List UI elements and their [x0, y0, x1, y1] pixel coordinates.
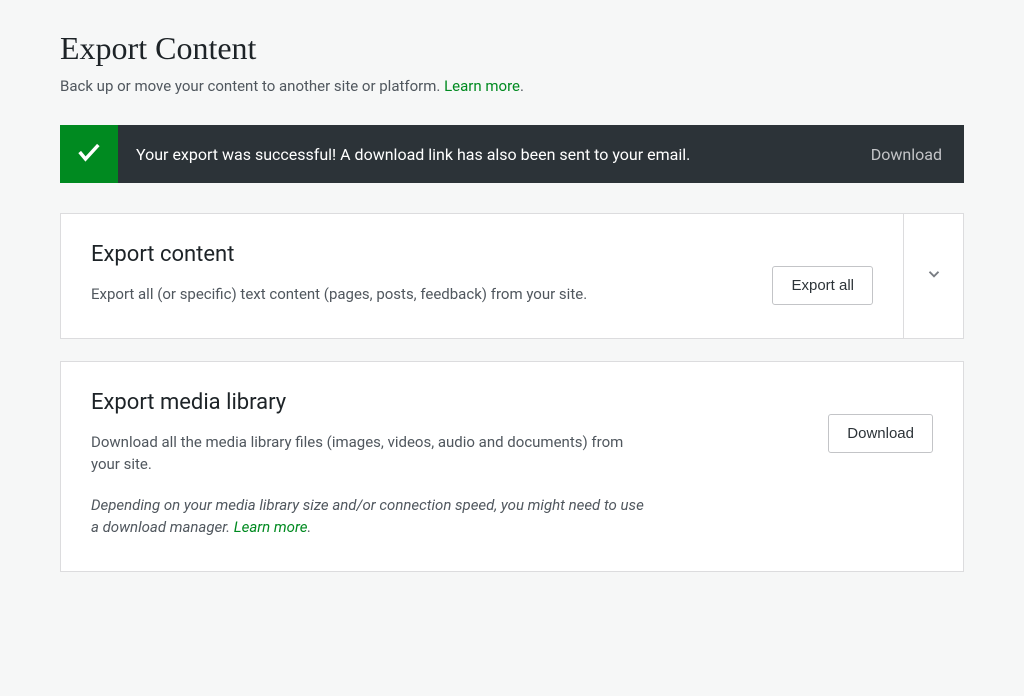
export-content-description: Export all (or specific) text content (p… [91, 283, 651, 306]
learn-more-link[interactable]: Learn more [444, 77, 520, 95]
subtitle-text: Back up or move your content to another … [60, 77, 444, 95]
media-learn-more-link[interactable]: Learn more [234, 518, 308, 536]
card-text-block: Export media library Download all the me… [91, 390, 804, 539]
success-icon-box [60, 125, 118, 183]
export-media-card: Export media library Download all the me… [60, 361, 964, 572]
subtitle-suffix: . [520, 77, 524, 95]
note-text: Depending on your media library size and… [91, 496, 644, 537]
success-message: Your export was successful! A download l… [118, 125, 849, 183]
checkmark-icon [75, 138, 103, 170]
card-main: Export media library Download all the me… [61, 362, 963, 571]
expand-toggle[interactable] [903, 214, 963, 338]
note-suffix: . [307, 518, 311, 536]
chevron-down-icon [925, 265, 943, 287]
export-media-title: Export media library [91, 390, 804, 415]
banner-download-link[interactable]: Download [849, 125, 964, 183]
success-banner: Your export was successful! A download l… [60, 125, 964, 183]
export-content-card: Export content Export all (or specific) … [60, 213, 964, 339]
export-content-title: Export content [91, 242, 748, 267]
page-subtitle: Back up or move your content to another … [60, 77, 964, 95]
export-media-description: Download all the media library files (im… [91, 431, 651, 476]
export-all-button[interactable]: Export all [772, 266, 873, 305]
card-action: Download [828, 390, 933, 453]
card-main: Export content Export all (or specific) … [61, 214, 903, 338]
card-action: Export all [772, 242, 873, 305]
card-text-block: Export content Export all (or specific) … [91, 242, 748, 306]
page-title: Export Content [60, 30, 964, 67]
download-media-button[interactable]: Download [828, 414, 933, 453]
export-media-note: Depending on your media library size and… [91, 494, 651, 539]
